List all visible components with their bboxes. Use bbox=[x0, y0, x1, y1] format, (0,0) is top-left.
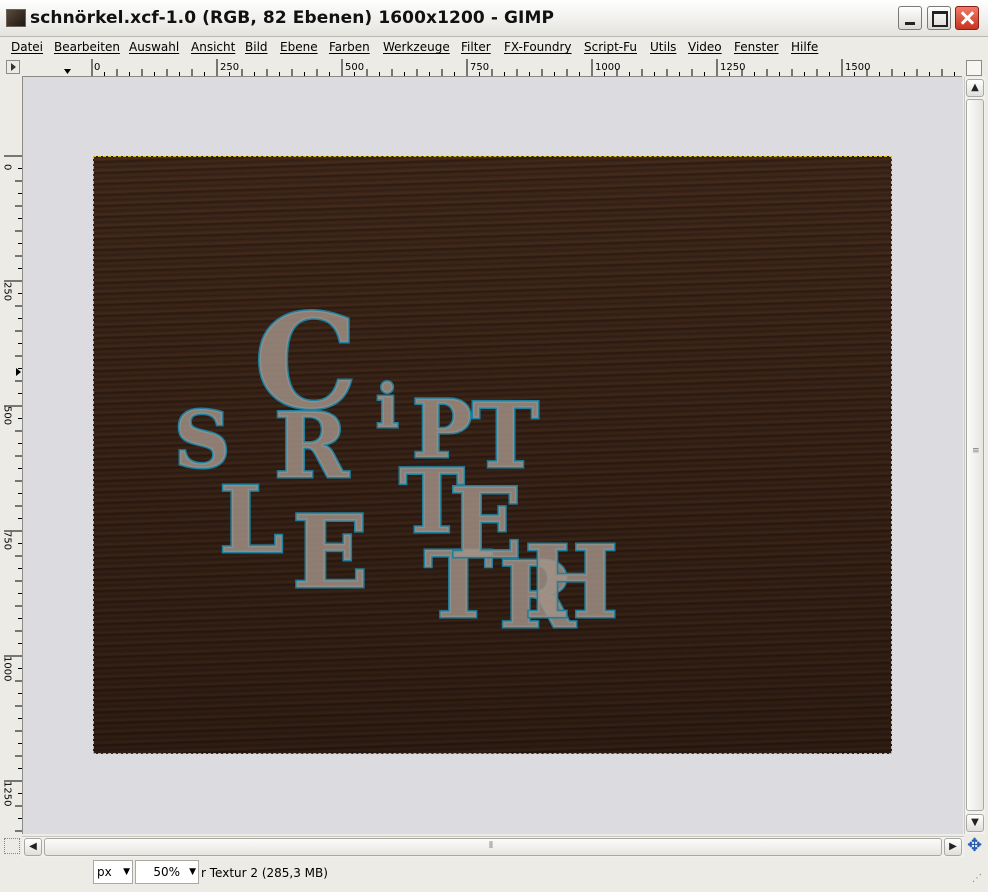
hruler-label-1250: 1250 bbox=[720, 62, 745, 73]
zoom-select[interactable]: 50% ▼ bbox=[135, 860, 199, 884]
minimize-button[interactable] bbox=[898, 6, 922, 30]
hruler-label-1500: 1500 bbox=[845, 62, 870, 73]
navigate-move-icon[interactable]: ✥ bbox=[967, 836, 982, 856]
letter-e: E bbox=[292, 493, 368, 611]
scroll-left-button[interactable]: ◀ bbox=[24, 838, 42, 856]
horizontal-ruler[interactable]: 0 250 500 750 1000 1250 1500 bbox=[22, 59, 962, 77]
quick-mask-toggle[interactable] bbox=[4, 838, 20, 854]
hruler-label-1000: 1000 bbox=[595, 62, 620, 73]
hruler-label-250: 250 bbox=[220, 62, 239, 73]
chevron-down-icon: ▼ bbox=[189, 867, 196, 877]
hruler-label-750: 750 bbox=[470, 62, 489, 73]
menu-bild[interactable]: Bild bbox=[245, 40, 268, 54]
hruler-label-0: 0 bbox=[94, 62, 100, 73]
menu-bearbeiten[interactable]: Bearbeiten bbox=[54, 40, 120, 54]
maximize-button[interactable] bbox=[927, 6, 951, 30]
scroll-right-button[interactable]: ▶ bbox=[944, 838, 962, 856]
letter-i: i bbox=[376, 372, 399, 442]
close-button[interactable] bbox=[955, 6, 979, 30]
vruler-label-0: 0 bbox=[4, 164, 13, 170]
vruler-pointer-icon bbox=[16, 368, 21, 376]
menu-script-fu[interactable]: Script-Fu bbox=[584, 40, 637, 54]
status-bar: px ▼ 50% ▼ r Textur 2 (285,3 MB) bbox=[0, 857, 988, 892]
menu-farben[interactable]: Farben bbox=[329, 40, 370, 54]
window-title: schnörkel.xcf-1.0 (RGB, 82 Ebenen) 1600x… bbox=[30, 8, 555, 28]
menu-auswahl[interactable]: Auswahl bbox=[129, 40, 179, 54]
unit-value: px bbox=[97, 865, 112, 879]
vruler-label-1250: 1250 bbox=[4, 781, 13, 806]
letter-r: R bbox=[274, 393, 350, 499]
title-bar: schnörkel.xcf-1.0 (RGB, 82 Ebenen) 1600x… bbox=[0, 0, 988, 37]
menu-video[interactable]: Video bbox=[688, 40, 722, 54]
image-canvas[interactable]: C S R i P T L E T T E R H bbox=[93, 156, 892, 754]
vertical-scrollbar[interactable]: ▲ ≡ ▼ bbox=[964, 77, 985, 834]
status-message: r Textur 2 (285,3 MB) bbox=[201, 866, 328, 880]
menu-ebene[interactable]: Ebene bbox=[280, 40, 318, 54]
letter-l: L bbox=[219, 466, 284, 574]
menu-fx-foundry[interactable]: FX-Foundry bbox=[504, 40, 572, 54]
menu-hilfe[interactable]: Hilfe bbox=[791, 40, 818, 54]
vruler-label-1000: 1000 bbox=[4, 656, 13, 681]
letter-h: H bbox=[524, 523, 618, 641]
vruler-label-500: 500 bbox=[4, 406, 13, 425]
hruler-pointer-icon bbox=[64, 69, 71, 74]
menu-fenster[interactable]: Fenster bbox=[734, 40, 779, 54]
scroll-up-button[interactable]: ▲ bbox=[966, 79, 984, 97]
vertical-ruler-ticks: 0 250 500 750 1000 1250 bbox=[4, 155, 22, 832]
menu-werkzeuge[interactable]: Werkzeuge bbox=[383, 40, 450, 54]
menu-ansicht[interactable]: Ansicht bbox=[191, 40, 235, 54]
artwork-lettering: C S R i P T L E T T E R H bbox=[173, 284, 620, 651]
hruler-label-500: 500 bbox=[345, 62, 364, 73]
zoom-fit-icon[interactable] bbox=[966, 60, 982, 76]
menu-datei[interactable]: Datei bbox=[11, 40, 43, 54]
vertical-ruler[interactable]: 0 250 500 750 1000 1250 bbox=[4, 76, 23, 834]
horizontal-scrollbar[interactable]: ◀ ⦀ ▶ bbox=[22, 836, 964, 857]
vruler-label-750: 750 bbox=[4, 531, 13, 550]
menu-utils[interactable]: Utils bbox=[650, 40, 676, 54]
menu-bar: Datei Bearbeiten Auswahl Ansicht Bild Eb… bbox=[0, 37, 988, 58]
scroll-down-button[interactable]: ▼ bbox=[966, 814, 984, 832]
vruler-label-250: 250 bbox=[4, 282, 13, 301]
grip-icon: ≡ bbox=[972, 446, 980, 456]
menu-filter[interactable]: Filter bbox=[461, 40, 491, 54]
gimp-image-icon bbox=[6, 9, 26, 27]
zoom-value: 50% bbox=[153, 865, 180, 879]
vertical-scroll-thumb[interactable]: ≡ bbox=[966, 99, 984, 811]
horizontal-ruler-ticks: 0 250 500 750 1000 1250 1500 bbox=[64, 59, 955, 76]
unit-select[interactable]: px ▼ bbox=[93, 860, 133, 884]
grip-icon: ⦀ bbox=[489, 841, 493, 851]
horizontal-scroll-thumb[interactable]: ⦀ bbox=[44, 838, 942, 856]
canvas-viewport[interactable]: C S R i P T L E T T E R H bbox=[23, 77, 963, 834]
chevron-down-icon: ▼ bbox=[123, 867, 130, 877]
resize-grip-icon[interactable]: ⋰ bbox=[972, 873, 982, 884]
ruler-menu-button[interactable] bbox=[6, 60, 20, 74]
